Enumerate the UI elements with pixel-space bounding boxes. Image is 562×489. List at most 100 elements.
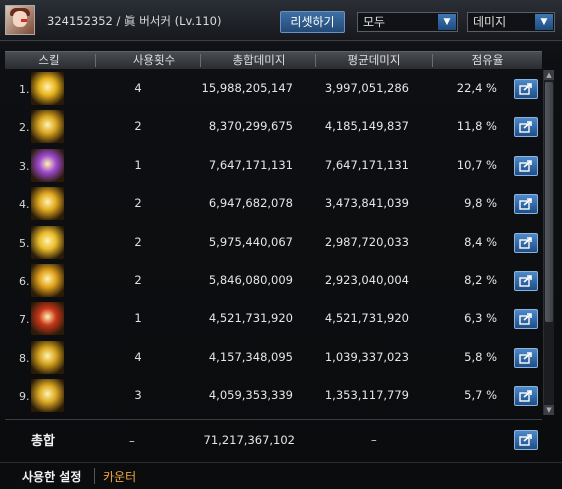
character-avatar [5, 5, 35, 35]
column-header-share[interactable]: 점유율 [433, 52, 542, 69]
golden-burst-icon [31, 72, 64, 105]
use-count: 2 [134, 119, 142, 134]
bottom-tabs: 사용한 설정 카운터 [0, 462, 562, 489]
average-damage: 1,353,117,779 [324, 388, 409, 403]
table-row: 8. 4 4,157,348,095 1,039,337,023 5,8 % [0, 339, 540, 377]
average-damage: 7,647,171,131 [324, 157, 409, 172]
rank-number: 9. [19, 390, 30, 404]
column-header-average[interactable]: 평균데미지 [316, 52, 432, 69]
table-row: 9. 3 4,059,353,339 1,353,117,779 5,7 % [0, 377, 540, 415]
player-info: 324152352 / 眞 버서커 (Lv.110) [47, 14, 222, 28]
total-damage: 6,947,682,078 [208, 196, 293, 211]
scroll-up-arrow-icon[interactable]: ▲ [544, 70, 554, 80]
total-count: – [129, 434, 135, 448]
table-scrollbar[interactable]: ▲ ▼ [543, 70, 554, 415]
rank-number: 6. [19, 275, 30, 288]
use-count: 2 [134, 196, 142, 211]
total-damage: 8,370,299,675 [208, 119, 293, 134]
average-damage: 3,473,841,039 [324, 196, 409, 211]
total-damage: 4,521,731,920 [208, 311, 293, 326]
total-average: – [371, 433, 377, 447]
use-count: 4 [134, 349, 142, 364]
rank-number: 2. [19, 121, 30, 135]
purple-demon-icon [31, 148, 64, 182]
share-icon [519, 434, 532, 446]
table-row: 1. 4 15,988,205,147 3,997,051,286 22,4 % [0, 70, 540, 108]
chevron-down-icon[interactable]: ▼ [535, 14, 553, 30]
column-header-count[interactable]: 사용횟수 [97, 52, 211, 69]
tab-counter[interactable]: 카운터 [103, 468, 136, 485]
use-count: 4 [134, 81, 142, 95]
target-filter-select[interactable]: 모두 ▼ [357, 12, 458, 32]
damage-share: 10,7 % [456, 157, 497, 172]
red-beast-icon [31, 302, 64, 336]
damage-share: 9,8 % [464, 196, 497, 211]
use-count: 3 [134, 388, 142, 403]
column-header-total[interactable]: 총합데미지 [201, 52, 317, 69]
average-damage: 1,039,337,023 [324, 349, 409, 364]
golden-swirl-icon [31, 340, 64, 374]
scroll-thumb[interactable] [545, 82, 553, 322]
total-label: 총합 [31, 434, 55, 449]
total-damage: 5,975,440,067 [208, 234, 293, 249]
metric-filter-value: 데미지 [473, 15, 507, 29]
share-button[interactable] [514, 232, 538, 253]
share-button[interactable] [514, 79, 538, 99]
share-icon [519, 83, 532, 95]
rank-number: 4. [19, 198, 30, 212]
total-damage: 7,647,171,131 [208, 157, 293, 172]
total-damage: 71,217,367,102 [203, 433, 295, 447]
metric-filter-select[interactable]: 데미지 ▼ [467, 12, 555, 32]
table-row: 3. 1 7,647,171,131 7,647,171,131 10,7 % [0, 147, 540, 185]
average-damage: 4,185,149,837 [324, 119, 409, 134]
damage-share: 22,4 % [456, 81, 497, 95]
total-divider [5, 419, 542, 420]
table-row: 7. 1 4,521,731,920 4,521,731,920 6,3 % [0, 300, 540, 338]
reset-button[interactable]: 리셋하기 [280, 11, 345, 33]
golden-wave-icon [31, 379, 64, 413]
use-count: 1 [134, 157, 142, 172]
table-row: 2. 2 8,370,299,675 4,185,149,837 11,8 % [0, 108, 540, 146]
share-button[interactable] [514, 386, 538, 407]
rank-number: 8. [19, 351, 30, 365]
table-row: 4. 2 6,947,682,078 3,473,841,039 9,8 % [0, 185, 540, 223]
share-button[interactable] [514, 271, 538, 291]
average-damage: 2,923,040,004 [324, 273, 409, 287]
target-filter-value: 모두 [363, 15, 386, 29]
damage-stats-window: 324152352 / 眞 버서커 (Lv.110) 리셋하기 모두 ▼ 데미지… [0, 0, 562, 489]
golden-eruption-icon [31, 264, 64, 297]
share-icon [519, 121, 532, 134]
share-icon [519, 351, 532, 364]
share-button[interactable] [514, 309, 538, 330]
damage-share: 8,2 % [464, 273, 497, 287]
use-count: 2 [134, 234, 142, 249]
rank-number: 1. [19, 83, 30, 96]
share-button[interactable] [514, 347, 538, 368]
scroll-down-arrow-icon[interactable]: ▼ [544, 405, 554, 415]
window-header: 324152352 / 眞 버서커 (Lv.110) 리셋하기 모두 ▼ 데미지… [0, 0, 562, 41]
use-count: 2 [134, 273, 142, 287]
share-button[interactable] [514, 194, 538, 215]
rank-number: 3. [19, 159, 30, 173]
share-button[interactable] [514, 155, 538, 176]
golden-flame-icon [31, 187, 64, 221]
total-damage: 4,157,348,095 [208, 349, 293, 364]
chevron-down-icon[interactable]: ▼ [438, 14, 456, 30]
share-button[interactable] [514, 117, 538, 138]
average-damage: 3,997,051,286 [324, 81, 409, 95]
table-header: 스킬 사용횟수 총합데미지 평균데미지 점유율 [5, 51, 542, 69]
table-row: 5. 2 5,975,440,067 2,987,720,033 8,4 % [0, 224, 540, 262]
share-icon [519, 198, 532, 210]
tab-used-settings[interactable]: 사용한 설정 [22, 468, 81, 485]
damage-share: 11,8 % [456, 119, 497, 134]
total-damage: 4,059,353,339 [208, 388, 293, 403]
share-total-button[interactable] [514, 430, 538, 450]
average-damage: 4,521,731,920 [324, 311, 409, 326]
damage-share: 8,4 % [464, 234, 497, 249]
column-header-skill[interactable]: 스킬 [25, 52, 73, 69]
share-icon [519, 313, 532, 326]
skill-table-body: 1. 4 15,988,205,147 3,997,051,286 22,4 % 2. 2 8… [0, 70, 545, 415]
damage-share: 6,3 % [464, 311, 497, 326]
total-damage: 15,988,205,147 [201, 81, 293, 95]
share-icon [519, 390, 532, 402]
